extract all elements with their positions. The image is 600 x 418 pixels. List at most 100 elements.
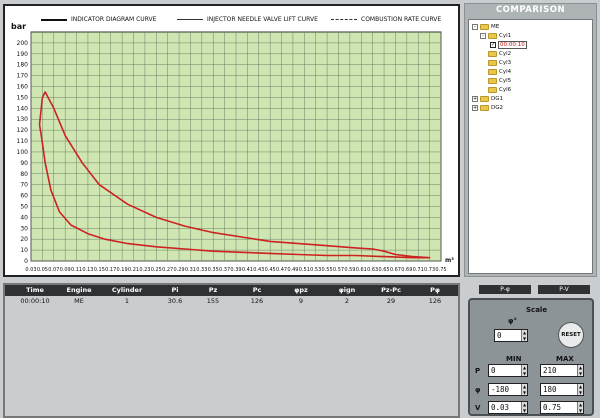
p-min-stepper[interactable]: 0 ▲ ▼ xyxy=(488,364,528,377)
cell-engine: ME xyxy=(74,297,84,305)
legend-label: INDICATOR DIAGRAM CURVE xyxy=(71,16,157,23)
tree-node-cyl5[interactable]: Cyl5 xyxy=(488,77,511,85)
comparison-title: COMPARISON xyxy=(495,5,566,15)
cell-phi-ign: 2 xyxy=(344,297,350,305)
x-tick-label: 0.27 xyxy=(162,267,173,273)
cell-pi: 30.6 xyxy=(167,297,183,305)
x-tick-label: 0.23 xyxy=(139,267,150,273)
x-tick-label: 0.25 xyxy=(151,267,162,273)
cell-phi-pz: 9 xyxy=(298,297,304,305)
y-tick-label: 20 xyxy=(20,236,28,243)
spin-buttons[interactable]: ▲ ▼ xyxy=(577,384,583,395)
col-header-p-phi: Pφ xyxy=(430,286,440,294)
spin-down-icon[interactable]: ▼ xyxy=(522,335,527,341)
phi-min-value[interactable]: -180 xyxy=(489,385,521,394)
y-tick-label: 30 xyxy=(20,225,28,232)
x-tick-label: 0.13 xyxy=(82,267,93,273)
legend-label: COMBUSTION RATE CURVE xyxy=(361,16,442,23)
x-tick-label: 0.69 xyxy=(401,267,412,273)
legend-combustion-rate-curve: COMBUSTION RATE CURVE xyxy=(331,16,441,23)
tree-node-me[interactable]: - ME xyxy=(472,23,499,31)
cell-pz: 155 xyxy=(206,297,220,305)
tree-node-cyl1[interactable]: - Cyl1 xyxy=(480,32,511,40)
phi-offset-stepper[interactable]: 0 ▲ ▼ xyxy=(494,329,528,342)
y-tick-label: 180 xyxy=(17,62,29,69)
phi-offset-value[interactable]: 0 xyxy=(495,331,521,340)
tree-label: Cyl6 xyxy=(499,87,512,93)
y-tick-label: 130 xyxy=(17,116,29,123)
phi-max-stepper[interactable]: 180 ▲ ▼ xyxy=(540,383,584,396)
folder-icon xyxy=(488,87,497,93)
tree-node-dg2[interactable]: + DG2 xyxy=(472,104,503,112)
y-tick-label: 80 xyxy=(20,171,28,178)
scale-box: Scale φ° 0 ▲ ▼ RESET MIN MAX P 0 ▲ ▼ 210 ▲… xyxy=(468,298,594,416)
folder-icon xyxy=(480,105,489,111)
spin-buttons[interactable]: ▲ ▼ xyxy=(521,365,527,376)
phi-max-value[interactable]: 180 xyxy=(541,385,577,394)
tree-node-cyl3[interactable]: Cyl3 xyxy=(488,59,511,67)
folder-icon xyxy=(488,60,497,66)
spin-buttons[interactable]: ▲ ▼ xyxy=(521,384,527,395)
x-tick-label: 0.71 xyxy=(413,267,424,273)
x-tick-label: 0.33 xyxy=(196,267,207,273)
spin-down-icon[interactable]: ▼ xyxy=(522,389,527,395)
spin-down-icon[interactable]: ▼ xyxy=(522,370,527,376)
tree-node-cyl4[interactable]: Cyl4 xyxy=(488,68,511,76)
v-max-stepper[interactable]: 0.75 ▲ ▼ xyxy=(540,401,584,414)
legend-needle-lift-curve: INJECTOR NEEDLE VALVE LIFT CURVE xyxy=(177,16,318,23)
legend-indicator-curve: INDICATOR DIAGRAM CURVE xyxy=(41,16,156,23)
v-max-value[interactable]: 0.75 xyxy=(541,403,577,412)
scale-label: Scale xyxy=(526,306,548,314)
table-row[interactable]: 00:00:10 ME 1 30.6 155 126 9 2 29 126 xyxy=(5,296,458,306)
x-tick-label: 0.41 xyxy=(242,267,253,273)
tree-node-time-record[interactable]: ✓ 00:00:10 xyxy=(490,41,527,49)
x-tick-label: 0.51 xyxy=(299,267,310,273)
parameters-table: Time Engine Cylinder Pi Pz Pc φpz φign P… xyxy=(3,283,460,418)
expand-icon[interactable]: + xyxy=(472,96,478,102)
collapse-icon[interactable]: - xyxy=(472,24,478,30)
scale-controls-panel: P-φ P-V Scale φ° 0 ▲ ▼ RESET MIN MAX P 0 … xyxy=(464,283,597,418)
spin-buttons[interactable]: ▲ ▼ xyxy=(577,402,583,413)
p-max-value[interactable]: 210 xyxy=(541,366,577,375)
y-tick-label: 120 xyxy=(17,127,29,134)
folder-icon xyxy=(480,96,489,102)
min-label: MIN xyxy=(506,355,522,363)
legend-swatch-solid-thick xyxy=(41,18,67,21)
reset-button[interactable]: RESET xyxy=(558,322,584,348)
folder-icon xyxy=(488,51,497,57)
cell-time: 00:00:10 xyxy=(20,297,50,305)
x-tick-label: 0.55 xyxy=(322,267,333,273)
v-min-stepper[interactable]: 0.03 ▲ ▼ xyxy=(488,401,528,414)
spin-down-icon[interactable]: ▼ xyxy=(578,407,583,413)
tab-p-phi[interactable]: P-φ xyxy=(479,285,531,294)
spin-down-icon[interactable]: ▼ xyxy=(522,407,527,413)
checkbox-checked-icon[interactable]: ✓ xyxy=(490,42,496,48)
spin-down-icon[interactable]: ▼ xyxy=(578,389,583,395)
x-tick-label: 0.59 xyxy=(344,267,355,273)
y-tick-label: 60 xyxy=(20,193,28,200)
tree-node-cyl2[interactable]: Cyl2 xyxy=(488,50,511,58)
spin-buttons[interactable]: ▲ ▼ xyxy=(577,365,583,376)
spin-buttons[interactable]: ▲ ▼ xyxy=(521,330,527,341)
col-header-pc: Pc xyxy=(252,286,262,294)
spin-buttons[interactable]: ▲ ▼ xyxy=(521,402,527,413)
comparison-panel: COMPARISON - ME - Cyl1 ✓ 00:00:10 Cyl2 C… xyxy=(464,3,597,277)
phi-min-stepper[interactable]: -180 ▲ ▼ xyxy=(488,383,528,396)
x-tick-label: 0.31 xyxy=(185,267,196,273)
row-label-phi: φ xyxy=(475,386,481,394)
col-header-phi-ign: φign xyxy=(338,286,356,294)
tree-node-cyl6[interactable]: Cyl6 xyxy=(488,86,511,94)
row-label-v: V xyxy=(475,404,481,412)
y-tick-label: 170 xyxy=(17,73,29,80)
collapse-icon[interactable]: - xyxy=(480,33,486,39)
expand-icon[interactable]: + xyxy=(472,105,478,111)
v-min-value[interactable]: 0.03 xyxy=(489,403,521,412)
p-min-value[interactable]: 0 xyxy=(489,366,521,375)
x-tick-label: 0.73 xyxy=(424,267,435,273)
p-max-stepper[interactable]: 210 ▲ ▼ xyxy=(540,364,584,377)
tree-node-dg1[interactable]: + DG1 xyxy=(472,95,503,103)
spin-down-icon[interactable]: ▼ xyxy=(578,370,583,376)
cell-pz-pc: 29 xyxy=(386,297,396,305)
tree-label: DG1 xyxy=(491,96,503,102)
tab-p-v[interactable]: P-V xyxy=(538,285,590,294)
